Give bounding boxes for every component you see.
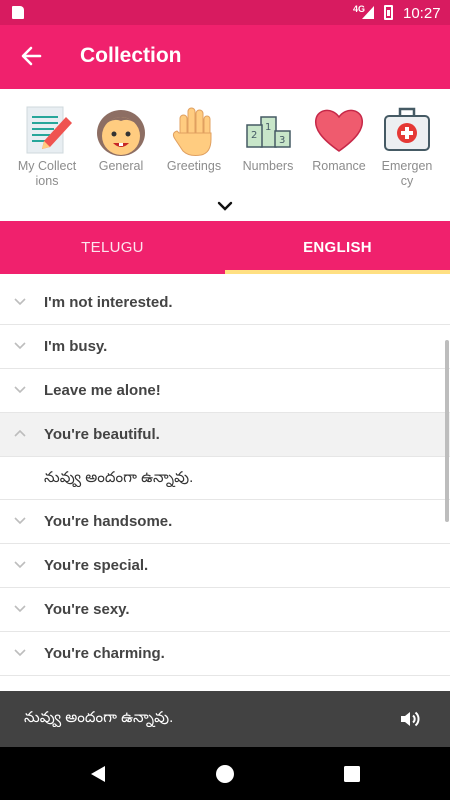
phrase-row[interactable]: You're special. (0, 544, 450, 588)
chevron-down-icon (14, 605, 26, 613)
chevron-down-icon (14, 517, 26, 525)
phrase-row[interactable]: I'm busy. (0, 325, 450, 369)
category-label: My Collect ions (17, 159, 77, 188)
svg-text:3: 3 (279, 135, 285, 146)
phrase-text: You're charming. (44, 645, 165, 662)
phrase-text: You're beautiful. (44, 426, 160, 443)
scrollbar[interactable] (445, 340, 449, 522)
phrase-text: I'm busy. (44, 338, 108, 355)
phrase-row[interactable]: I'm not interested. (0, 281, 450, 325)
chevron-down-icon[interactable] (216, 199, 234, 213)
recents-nav-icon[interactable] (341, 763, 363, 785)
phrase-row[interactable]: Leave me alone! (0, 369, 450, 413)
tab-telugu[interactable]: TELUGU (0, 221, 225, 274)
phrase-text: You're sexy. (44, 601, 130, 618)
category-greetings[interactable]: Greetings (161, 103, 227, 174)
category-label: General (98, 159, 144, 173)
podium-icon: 1 2 3 (241, 103, 295, 157)
chevron-down-icon (14, 649, 26, 657)
speaker-icon[interactable] (398, 707, 422, 731)
chevron-up-icon (14, 429, 26, 437)
category-label: Greetings (166, 159, 222, 173)
face-icon (94, 103, 148, 157)
battery-icon (384, 5, 393, 20)
translation-text: నువ్వు అందంగా ఉన్నావు. (44, 469, 194, 486)
svg-text:2: 2 (251, 130, 257, 141)
chevron-down-icon (14, 298, 26, 306)
waving-hand-icon (167, 103, 221, 157)
system-nav-bar (0, 747, 450, 800)
phrase-row-expanded[interactable]: You're beautiful. (0, 413, 450, 457)
phrase-text: You're handsome. (44, 513, 173, 530)
chevron-down-icon (14, 386, 26, 394)
back-nav-icon[interactable] (87, 763, 109, 785)
sd-card-icon (12, 6, 24, 19)
category-emergency[interactable]: Emergen cy (374, 103, 440, 189)
home-nav-icon[interactable] (214, 763, 236, 785)
svg-text:1: 1 (265, 122, 271, 133)
category-numbers[interactable]: 1 2 3 Numbers (235, 103, 301, 174)
arrow-back-icon[interactable] (18, 43, 44, 69)
phrase-text: I'm not interested. (44, 294, 173, 311)
status-time: 10:27 (403, 5, 441, 22)
category-strip: My Collect ions General Greetings 1 2 3 … (0, 89, 450, 221)
phrase-row[interactable]: You're charming. (0, 632, 450, 676)
phrase-text: Leave me alone! (44, 382, 161, 399)
heart-icon (312, 103, 366, 157)
signal-icon (362, 6, 374, 19)
phrase-translation[interactable]: నువ్వు అందంగా ఉన్నావు. (0, 457, 450, 500)
status-bar: 4G 10:27 (0, 0, 450, 25)
player-text: నువ్వు అందంగా ఉన్నావు. (24, 709, 174, 726)
phrase-row[interactable]: You're handsome. (0, 500, 450, 544)
audio-player-bar: నువ్వు అందంగా ఉన్నావు. (0, 691, 450, 747)
phrase-row[interactable]: You're sexy. (0, 588, 450, 632)
category-label: Romance (312, 159, 366, 173)
phrase-text: You're special. (44, 557, 149, 574)
category-label: Numbers (242, 159, 294, 173)
notepad-pencil-icon (20, 103, 74, 157)
chevron-down-icon (14, 561, 26, 569)
first-aid-kit-icon (380, 103, 434, 157)
category-romance[interactable]: Romance (306, 103, 372, 174)
app-bar: Collection (0, 25, 450, 89)
tab-indicator (225, 270, 450, 274)
tab-english[interactable]: ENGLISH (225, 221, 450, 274)
phrase-list[interactable]: I'm not interested. I'm busy. Leave me a… (0, 281, 450, 691)
category-my-collections[interactable]: My Collect ions (14, 103, 80, 189)
language-tabs: TELUGU ENGLISH (0, 221, 450, 274)
page-title: Collection (80, 44, 182, 67)
category-label: Emergen cy (381, 159, 433, 188)
chevron-down-icon (14, 342, 26, 350)
category-general[interactable]: General (88, 103, 154, 174)
